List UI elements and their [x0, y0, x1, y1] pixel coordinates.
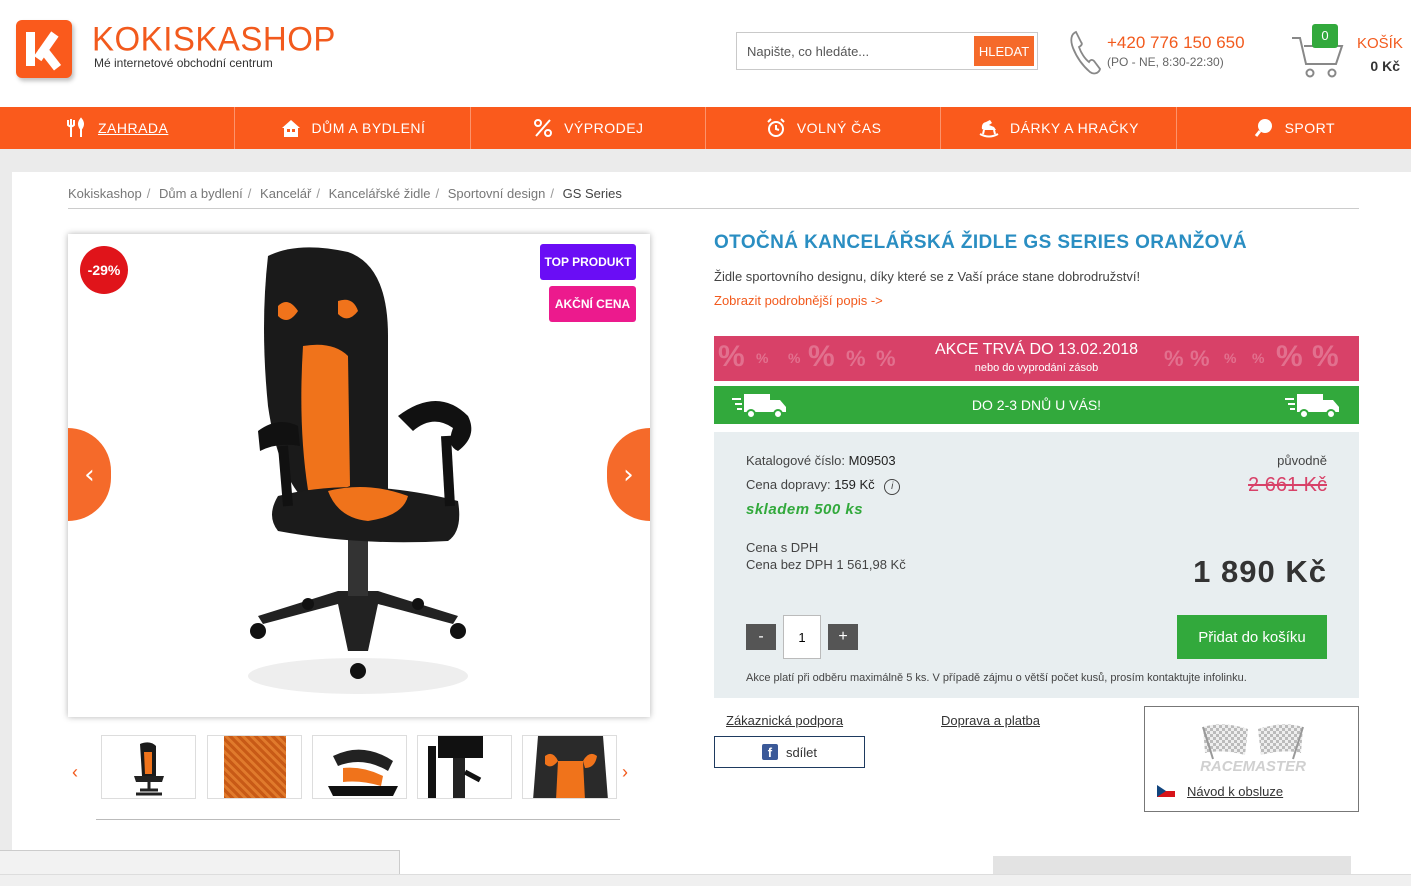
- thumbnail[interactable]: [101, 735, 196, 799]
- current-price: 1 890 Kč: [1193, 554, 1327, 589]
- nav-item-zahrada[interactable]: ZAHRADA: [0, 107, 236, 149]
- ping-pong-icon: [1254, 119, 1272, 137]
- nav-label: VOLNÝ ČAS: [796, 120, 882, 136]
- svg-text:RACEMASTER: RACEMASTER: [1200, 758, 1306, 775]
- share-label: sdílet: [785, 744, 818, 760]
- customer-support-link[interactable]: Zákaznická podpora: [726, 713, 843, 728]
- armrest-thumb-image: [328, 749, 398, 796]
- quantity-decrease-button[interactable]: -: [746, 624, 776, 650]
- search-box: HLEDAT: [736, 32, 1038, 70]
- product-title: OTOČNÁ KANCELÁŘSKÁ ŽIDLE GS SERIES ORANŽ…: [714, 232, 1248, 253]
- gallery-next-button[interactable]: ›: [607, 428, 650, 521]
- thumbnail[interactable]: [312, 735, 407, 799]
- backrest-thumb-image: [533, 736, 608, 798]
- product-content: Kokiskashop / Dům a bydlení / Kancelář / Ka…: [12, 172, 1411, 886]
- chair-thumb-image: [134, 742, 164, 796]
- nav-item-volny-cas[interactable]: VOLNÝ ČAS: [706, 107, 942, 149]
- shipping-payment-link[interactable]: Doprava a platba: [941, 713, 1040, 728]
- nav-label: SPORT: [1284, 120, 1336, 136]
- info-icon[interactable]: i: [884, 479, 901, 495]
- phone-number[interactable]: +420 776 150 650: [1107, 33, 1245, 53]
- phone-icon: [1070, 30, 1101, 75]
- thumbs-next-icon[interactable]: ›: [622, 762, 628, 783]
- cart-count-badge[interactable]: 0: [1312, 24, 1338, 48]
- czech-flag-icon: [1157, 785, 1175, 797]
- logo-icon[interactable]: [16, 20, 72, 78]
- delivery-banner: DO 2-3 DNŮ U VÁS!: [714, 386, 1359, 424]
- garden-tools-icon: [66, 117, 84, 137]
- nav-label: ZAHRADA: [97, 120, 169, 136]
- truck-icon: [732, 394, 786, 419]
- add-to-cart-button[interactable]: Přidat do košíku: [1177, 615, 1327, 659]
- promo-banner: % % % % % % % % % % % % AKCE TRVÁ DO 13.…: [714, 336, 1359, 381]
- discount-badge: -29%: [80, 246, 128, 294]
- nav-item-dum-a-bydleni[interactable]: DŮM A BYDLENÍ: [235, 107, 471, 149]
- search-button[interactable]: HLEDAT: [974, 36, 1034, 66]
- breadcrumb-link[interactable]: Sportovní design: [448, 186, 546, 201]
- stock-status: skladem 500 ks: [746, 501, 864, 518]
- thumbnail[interactable]: [522, 735, 617, 799]
- promo-subtitle: nebo do vyprodání zásob: [974, 362, 1099, 374]
- promo-title: AKCE TRVÁ DO 13.02.2018: [934, 341, 1139, 358]
- logo-name[interactable]: KOKISKASHOP: [92, 19, 336, 59]
- nav-label: VÝPRODEJ: [564, 120, 644, 136]
- thumbs-prev-icon[interactable]: ‹: [72, 762, 78, 783]
- mechanism-thumb-image: [428, 736, 483, 798]
- nav-label: DŮM A BYDLENÍ: [311, 120, 426, 136]
- nav-item-darky-a-hracky[interactable]: DÁRKY A HRAČKY: [941, 107, 1177, 149]
- order-limit-note: Akce platí při odběru maximálně 5 ks. V …: [746, 672, 1247, 684]
- nav-item-vyprodej[interactable]: VÝPRODEJ: [471, 107, 706, 149]
- header: KOKISKASHOP Mé internetové obchodní cent…: [0, 0, 1411, 107]
- more-description-link[interactable]: Zobrazit podrobnější popis ->: [714, 293, 883, 308]
- breadcrumb-link[interactable]: Dům a bydlení: [159, 186, 243, 201]
- breadcrumb-link[interactable]: Kokiskashop: [68, 186, 142, 201]
- breadcrumb-link[interactable]: Kancelář: [260, 186, 311, 201]
- mesh-thumb-image: [224, 736, 286, 798]
- brand-box: RACEMASTER Návod k obsluze: [1144, 706, 1359, 812]
- nav-label: DÁRKY A HRAČKY: [1010, 120, 1139, 136]
- cart-label[interactable]: KOŠÍK: [1357, 35, 1403, 52]
- quantity-increase-button[interactable]: +: [828, 624, 858, 650]
- main-nav: ZAHRADA DŮM A BYDLENÍ VÝPRODEJ VOLNÝ ČAS…: [0, 107, 1411, 149]
- quantity-input[interactable]: [783, 615, 821, 659]
- facebook-icon: f: [761, 744, 778, 760]
- top-product-badge: TOP PRODUKT: [540, 244, 636, 280]
- cart-total[interactable]: 0 Kč: [1370, 58, 1400, 74]
- price-vat-label: Cena s DPH: [746, 540, 819, 555]
- thumbnail[interactable]: [417, 735, 512, 799]
- house-icon: [281, 120, 300, 137]
- sale-price-badge: AKČNÍ CENA: [549, 286, 636, 322]
- nav-item-sport[interactable]: SPORT: [1177, 107, 1411, 149]
- alarm-clock-icon: [767, 118, 785, 137]
- logo-tagline: Mé internetové obchodní centrum: [94, 56, 273, 70]
- shipping-price: Cena dopravy: 159 Kč i: [746, 477, 901, 495]
- breadcrumb-divider: [68, 208, 1359, 209]
- price-box: Katalogové číslo: M09503 Cena dopravy: 1…: [714, 432, 1359, 698]
- rocking-horse-icon: [979, 120, 999, 138]
- thumbs-divider: [96, 819, 620, 820]
- breadcrumb-link[interactable]: Kancelářské židle: [329, 186, 431, 201]
- breadcrumb: Kokiskashop / Dům a bydlení / Kancelář / Ka…: [68, 186, 622, 201]
- price-without-vat: Cena bez DPH 1 561,98 Kč: [746, 557, 906, 572]
- office-chair-image: [248, 247, 472, 694]
- facebook-share-button[interactable]: f sdílet: [714, 736, 865, 768]
- phone-hours: (PO - NE, 8:30-22:30): [1107, 55, 1224, 69]
- thumbnail[interactable]: [207, 735, 302, 799]
- original-price-label: původně: [1277, 453, 1327, 468]
- delivery-text: DO 2-3 DNŮ U VÁS!: [971, 397, 1102, 413]
- breadcrumb-current: GS Series: [562, 186, 622, 201]
- product-main-image[interactable]: -29% TOP PRODUKT AKČNÍ CENA ‹ ›: [68, 234, 650, 717]
- horizontal-scrollbar[interactable]: [0, 874, 1411, 886]
- user-manual-link[interactable]: Návod k obsluze: [1187, 784, 1283, 799]
- racemaster-logo: RACEMASTER: [1200, 724, 1306, 775]
- catalog-number: Katalogové číslo: M09503: [746, 453, 896, 468]
- search-input[interactable]: [737, 33, 973, 69]
- original-price: 2 661 Kč: [1248, 474, 1327, 496]
- truck-icon: [1285, 394, 1339, 419]
- product-description: Židle sportovního designu, díky které se…: [714, 269, 1141, 284]
- percent-icon: [534, 119, 553, 137]
- gallery-prev-button[interactable]: ‹: [68, 428, 111, 521]
